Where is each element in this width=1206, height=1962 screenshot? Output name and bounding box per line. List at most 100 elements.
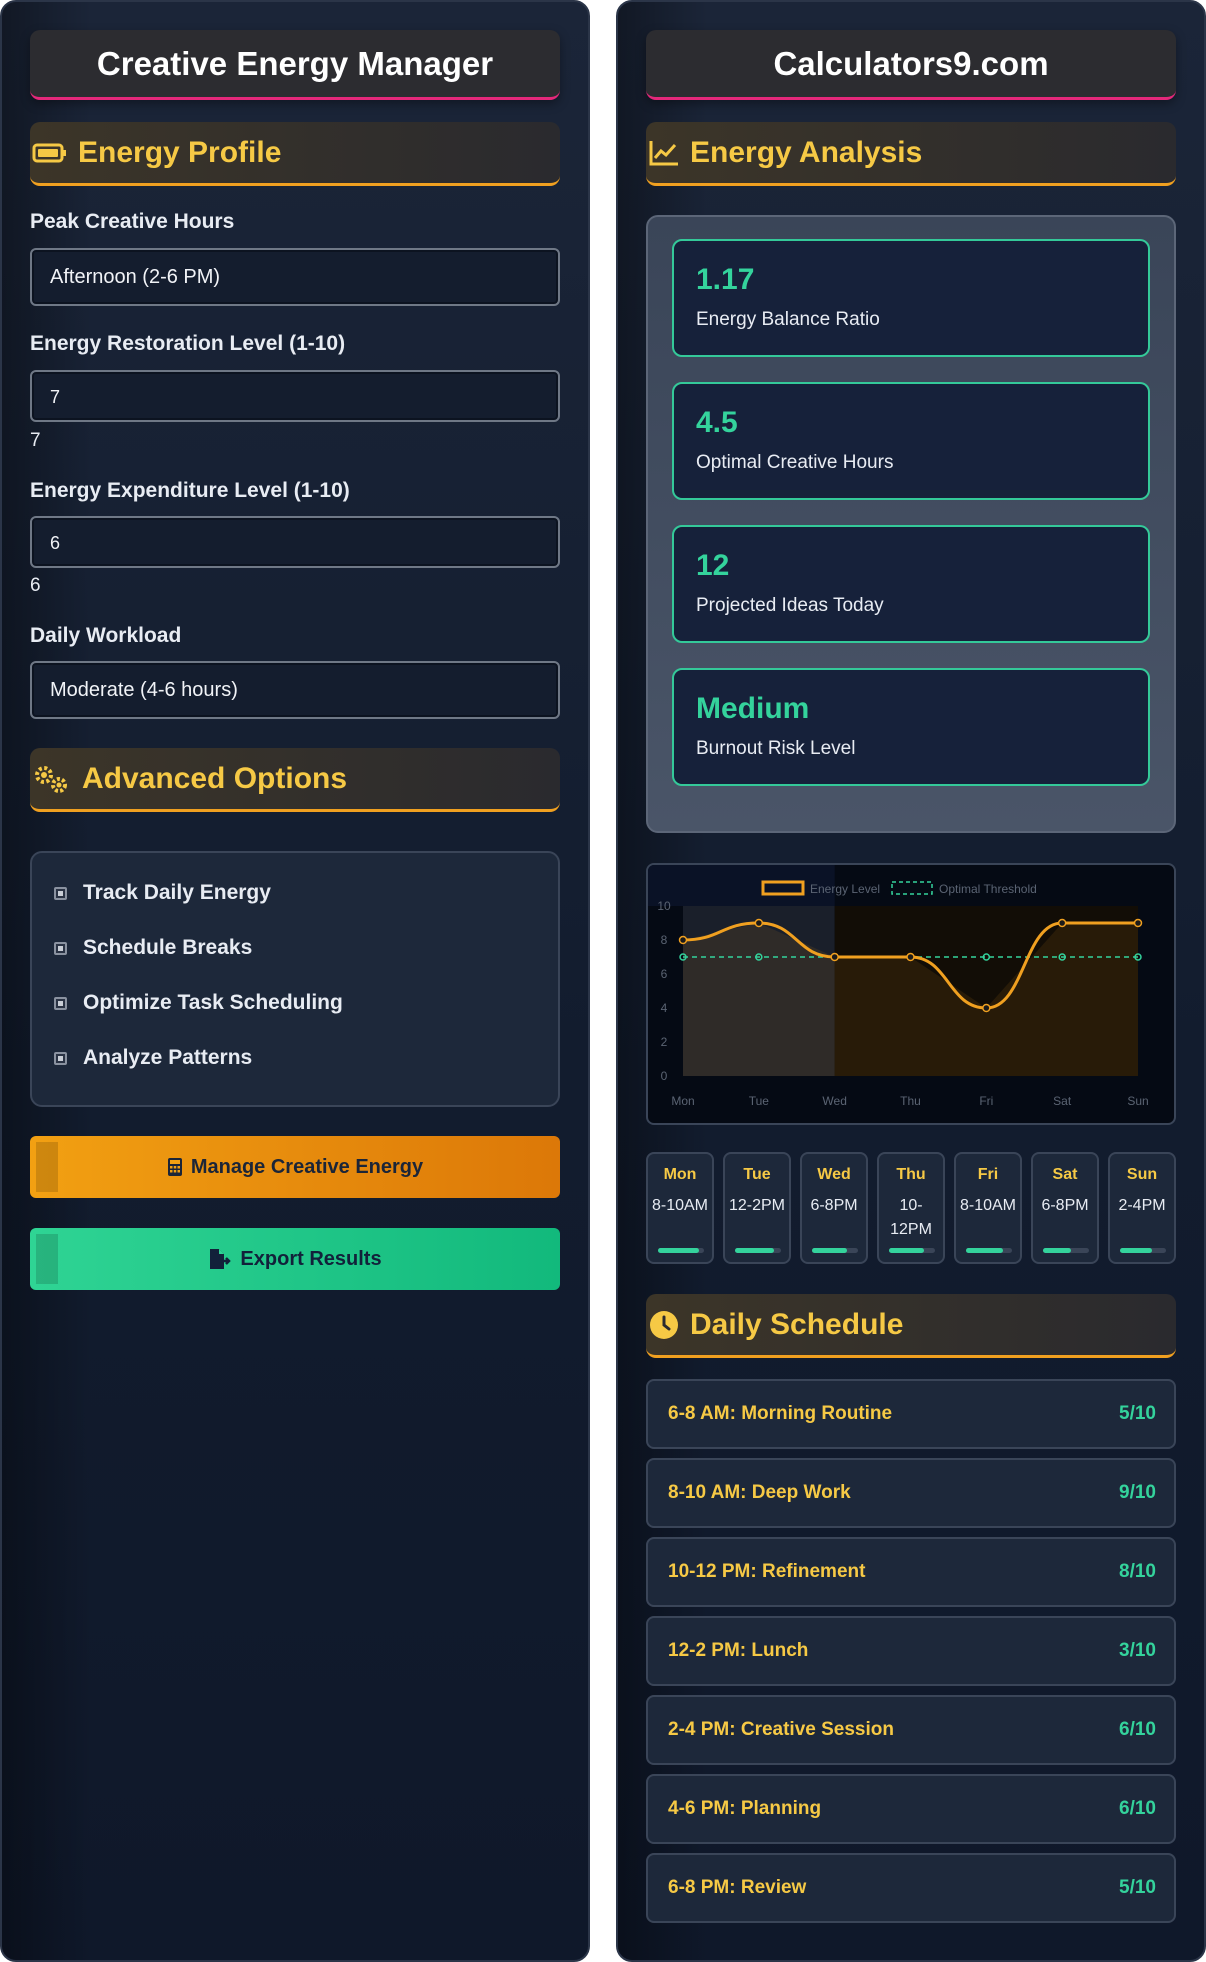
file-export-icon (210, 1249, 232, 1269)
daily-schedule-title: Daily Schedule (690, 1307, 904, 1341)
schedule-item-label: 10-12 PM: Refinement (668, 1561, 866, 1582)
day-name: Sat (1052, 1166, 1078, 1183)
stat-label: Burnout Risk Level (696, 738, 856, 759)
day-card-fri: Fri 8-10AM (954, 1152, 1022, 1264)
option-label: Optimize Task Scheduling (83, 991, 343, 1014)
schedule-item-label: 6-8 AM: Morning Routine (668, 1403, 893, 1424)
advanced-options-header: Advanced Options (30, 748, 560, 812)
energy-profile-title: Energy Profile (78, 135, 282, 169)
day-energy-bar (1043, 1248, 1089, 1253)
energy-profile-header: Energy Profile (30, 122, 560, 186)
day-time: 12-2PM (728, 1197, 786, 1214)
y-tick-label: 4 (661, 1001, 668, 1015)
day-energy-fill (812, 1248, 847, 1253)
advanced-options-title: Advanced Options (82, 761, 348, 795)
checkbox[interactable] (54, 996, 67, 1010)
restoration-input[interactable]: 7 (30, 370, 560, 422)
schedule-item-score: 6/10 (1119, 1798, 1156, 1819)
day-card-sun: Sun 2-4PM (1108, 1152, 1176, 1264)
schedule-item-label: 8-10 AM: Deep Work (668, 1482, 851, 1503)
stats-container: 1.17 Energy Balance Ratio 4.5 Optimal Cr… (646, 215, 1176, 833)
day-energy-bar (658, 1248, 704, 1253)
advanced-options-list: Track Daily Energy Schedule Breaks Optim… (30, 851, 560, 1107)
peak-hours-select[interactable]: Afternoon (2-6 PM) (30, 248, 560, 306)
day-energy-bar (1120, 1248, 1166, 1253)
schedule-item-label: 4-6 PM: Planning (668, 1798, 822, 1819)
option-label: Schedule Breaks (83, 936, 253, 959)
schedule-item: 8-10 AM: Deep Work 9/10 (646, 1458, 1176, 1528)
energy-analysis-title: Energy Analysis (690, 135, 923, 169)
peak-hours-label: Peak Creative Hours (30, 210, 235, 233)
schedule-item-label: 6-8 PM: Review (668, 1877, 807, 1898)
energy-point (830, 952, 839, 962)
energy-point (982, 1003, 991, 1013)
legend-label-threshold: Optimal Threshold (939, 882, 1037, 896)
x-tick-label: Thu (900, 1094, 921, 1108)
stat-label: Energy Balance Ratio (696, 309, 880, 330)
weekly-days-row: Mon 8-10AM Tue 12-2PM Wed 6-8PM Thu 10-12PM Fri 8… (646, 1152, 1176, 1264)
option-optimize-task-scheduling[interactable]: Optimize Task Scheduling (54, 991, 343, 1015)
schedule-item-score: 3/10 (1119, 1640, 1156, 1661)
manage-energy-button[interactable]: Manage Creative Energy (30, 1136, 560, 1198)
manager-title: Creative Energy Manager (30, 30, 560, 100)
y-tick-label: 10 (657, 899, 671, 913)
day-time: 10-12PM (890, 1197, 932, 1238)
schedule-item-score: 8/10 (1119, 1561, 1156, 1582)
option-track-daily-energy[interactable]: Track Daily Energy (54, 881, 271, 905)
day-card-wed: Wed 6-8PM (800, 1152, 868, 1264)
day-card-thu: Thu 10-12PM (877, 1152, 945, 1264)
stat-card-optimal-hours: 4.5 Optimal Creative Hours (672, 382, 1150, 500)
energy-chart: 0 2 4 6 8 10 Mon Tue Wed Thu Fri Sat Sun Energy Level… (646, 863, 1176, 1125)
day-name: Thu (896, 1166, 926, 1183)
checkbox[interactable] (54, 886, 67, 900)
energy-analysis-header: Energy Analysis (646, 122, 1176, 186)
schedule-item-label: 12-2 PM: Lunch (668, 1640, 809, 1661)
stat-label: Optimal Creative Hours (696, 452, 894, 473)
stat-card-energy-balance: 1.17 Energy Balance Ratio (672, 239, 1150, 357)
energy-manager-panel: Creative Energy Manager Energy Profile P… (0, 0, 590, 1962)
stat-card-projected-ideas: 12 Projected Ideas Today (672, 525, 1150, 643)
day-card-sat: Sat 6-8PM (1031, 1152, 1099, 1264)
option-analyze-patterns[interactable]: Analyze Patterns (54, 1046, 252, 1070)
energy-point (754, 918, 764, 928)
day-name: Wed (817, 1166, 851, 1183)
y-tick-label: 0 (661, 1069, 668, 1083)
expenditure-input[interactable]: 6 (30, 516, 560, 568)
day-time: 2-4PM (1118, 1197, 1166, 1214)
schedule-item-score: 9/10 (1119, 1482, 1156, 1503)
export-results-label: Export Results (240, 1247, 382, 1270)
day-energy-fill (966, 1248, 1003, 1253)
chart-top-shade (648, 865, 835, 906)
schedule-item-score: 5/10 (1119, 1877, 1156, 1898)
workload-label: Daily Workload (30, 624, 182, 647)
day-time: 6-8PM (1041, 1197, 1089, 1214)
checkbox[interactable] (54, 1051, 67, 1065)
option-schedule-breaks[interactable]: Schedule Breaks (54, 936, 252, 960)
day-card-mon: Mon 8-10AM (646, 1152, 714, 1264)
gears-icon (35, 765, 67, 793)
clock-icon (650, 1310, 678, 1339)
day-energy-fill (658, 1248, 700, 1253)
x-tick-label: Sun (1127, 1094, 1148, 1108)
schedule-item: 12-2 PM: Lunch 3/10 (646, 1616, 1176, 1686)
energy-point (678, 935, 688, 945)
day-energy-bar (735, 1248, 781, 1253)
day-card-tue: Tue 12-2PM (723, 1152, 791, 1264)
stat-value: 12 (696, 549, 730, 582)
site-title: Calculators9.com (646, 30, 1176, 100)
checkbox[interactable] (54, 941, 67, 955)
x-tick-label: Tue (749, 1094, 770, 1108)
workload-select[interactable]: Moderate (4-6 hours) (30, 661, 560, 719)
x-tick-label: Wed (822, 1094, 846, 1108)
day-energy-fill (1120, 1248, 1153, 1253)
day-name: Tue (743, 1166, 771, 1183)
stat-card-burnout-risk: Medium Burnout Risk Level (672, 668, 1150, 786)
export-results-button[interactable]: Export Results (30, 1228, 560, 1290)
schedule-item-score: 6/10 (1119, 1719, 1156, 1740)
energy-point (906, 952, 915, 962)
schedule-item-score: 5/10 (1119, 1403, 1156, 1424)
restoration-label: Energy Restoration Level (1-10) (30, 332, 346, 355)
day-time: 8-10AM (651, 1197, 709, 1214)
schedule-item: 6-8 PM: Review 5/10 (646, 1853, 1176, 1923)
day-name: Mon (663, 1166, 697, 1183)
